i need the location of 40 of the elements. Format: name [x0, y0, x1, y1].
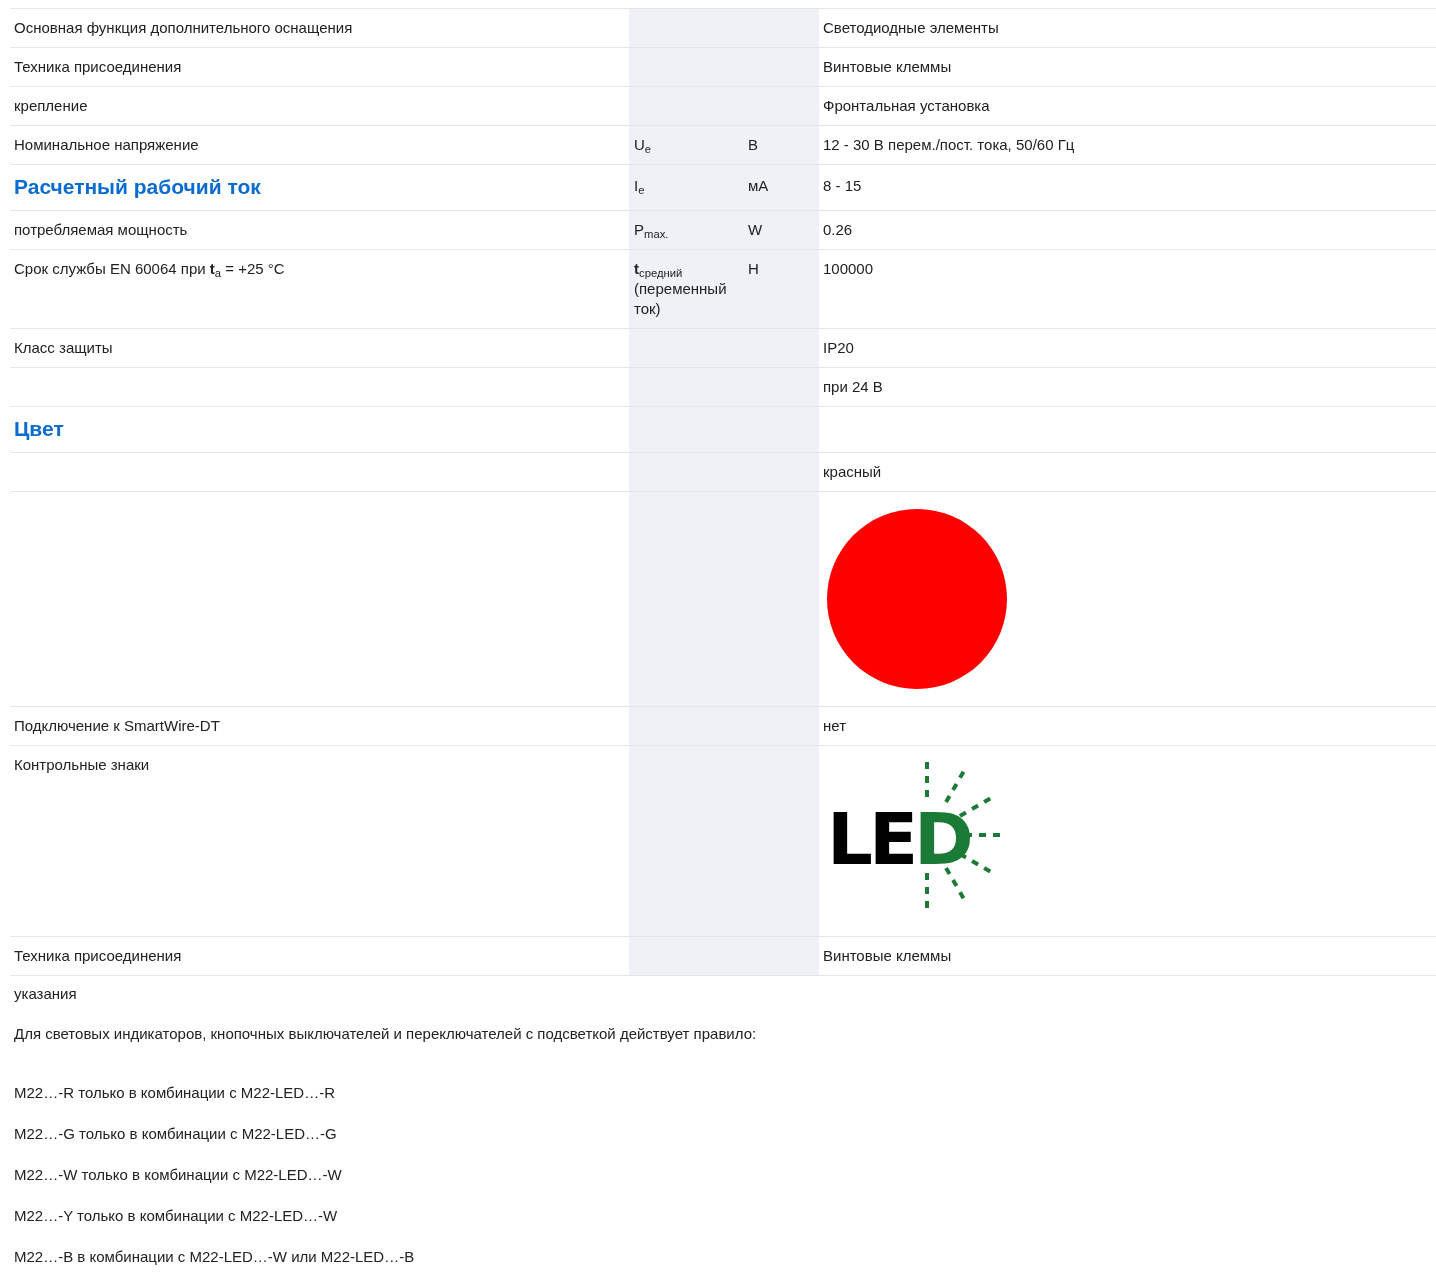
- section-heading: Цвет: [14, 417, 64, 440]
- label-text: Класс защиты: [14, 339, 113, 356]
- label-text: Основная функция дополнительного оснащения: [14, 19, 353, 36]
- note-text: M22…-W только в комбинации с M22-LED…-W: [14, 1165, 343, 1185]
- unit-text: W: [748, 221, 763, 238]
- note-text: Для световых индикаторов, кнопочных выключателей и переключателей с подсветкой действует правило:: [14, 1024, 758, 1044]
- label-text: Техника присоединения: [14, 58, 182, 75]
- label-text: потребляемая мощность: [14, 221, 188, 238]
- notes-title: указания: [14, 984, 78, 1004]
- value-text: Винтовые клеммы: [823, 58, 952, 75]
- note-text: M22…-Y только в комбинации с M22-LED…-W: [14, 1206, 339, 1226]
- unit-text: мА: [748, 177, 769, 194]
- symbol-text: U$_{e}$: [634, 136, 652, 153]
- value-text: Фронтальная установка: [823, 97, 990, 114]
- section-heading: Расчетный рабочий ток: [14, 175, 261, 198]
- value-text: 8 - 15: [823, 177, 862, 194]
- unit-text: H: [748, 260, 759, 277]
- value-text: Светодиодные элементы: [823, 19, 999, 36]
- label-text: крепление: [14, 97, 88, 114]
- label-text: Подключение к SmartWire-DT: [14, 717, 220, 734]
- label-text: Номинальное напряжение: [14, 136, 199, 153]
- note-text: M22…-R только в комбинации с M22-LED…-R: [14, 1083, 336, 1103]
- label-text: Срок службы EN 60064 при t$_{a}$ = +25 °C: [14, 260, 285, 277]
- note-text: M22…-B в комбинации с M22-LED…-W или M22-LED…-B: [14, 1247, 416, 1267]
- value-text: при 24 В: [823, 378, 883, 395]
- value-text: Винтовые клеммы: [823, 947, 952, 964]
- unit-text: В: [748, 136, 758, 153]
- value-text: 100000: [823, 260, 874, 277]
- value-text: 0.26: [823, 221, 853, 238]
- label-text: Контрольные знаки: [14, 756, 150, 773]
- value-text: красный: [823, 463, 882, 480]
- led-logo: LED: [827, 760, 1007, 912]
- value-text: 12 - 30 В перем./пост. тока, 50/60 Гц: [823, 136, 1075, 153]
- symbol-text: I$_{e}$: [634, 177, 645, 194]
- symbol-text: t$_{средний}$ (переменный ток): [634, 260, 727, 317]
- value-text: IP20: [823, 339, 854, 356]
- value-text: нет: [823, 717, 846, 734]
- note-text: M22…-G только в комбинации с M22-LED…-G: [14, 1124, 338, 1144]
- symbol-text: P$_{max.}$: [634, 221, 669, 238]
- label-text: Техника присоединения: [14, 947, 182, 964]
